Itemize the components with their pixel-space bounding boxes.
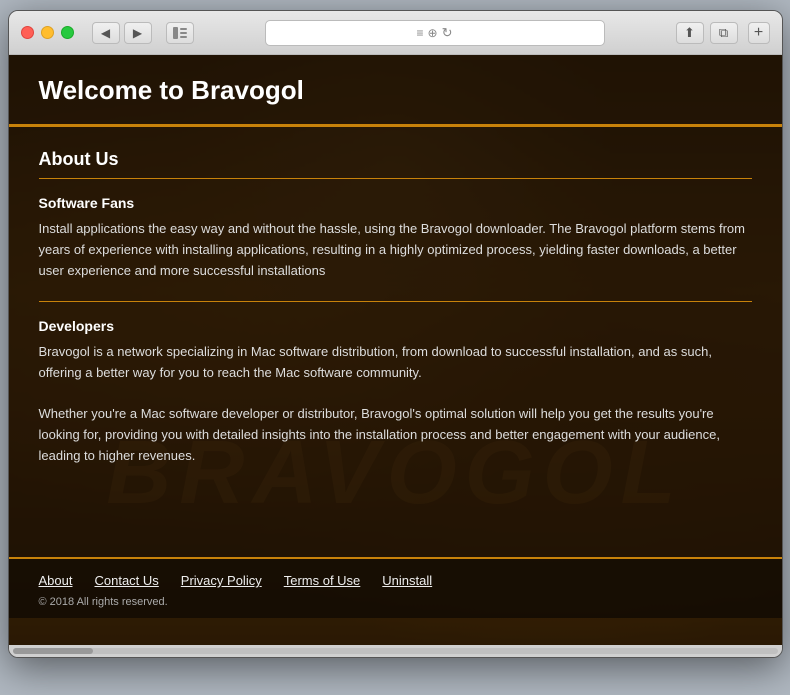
footer-link-about[interactable]: About (39, 573, 73, 588)
reload-icon: ↻ (442, 25, 453, 41)
content-area: Welcome to Bravogol About Us Software Fa… (9, 55, 782, 618)
minimize-button[interactable] (41, 26, 54, 39)
sidebar-icon (173, 27, 187, 39)
address-bar-area: ≡ ⊕ ↻ (212, 20, 658, 46)
maximize-button[interactable] (61, 26, 74, 39)
forward-button[interactable]: ▶ (124, 22, 152, 44)
site-title: Welcome to Bravogol (39, 75, 752, 106)
software-fans-heading: Software Fans (39, 195, 752, 211)
forward-icon: ▶ (133, 26, 142, 40)
software-fans-text: Install applications the easy way and wi… (39, 219, 752, 281)
browser-window: ◀ ▶ ≡ ⊕ ↻ ⬆ ⧉ (8, 10, 783, 658)
footer-link-privacy[interactable]: Privacy Policy (181, 573, 262, 588)
reader-icon: ≡ (417, 26, 424, 40)
horizontal-scrollbar[interactable] (9, 645, 782, 657)
scrollbar-thumb[interactable] (13, 648, 93, 654)
site-footer: About Contact Us Privacy Policy Terms of… (9, 557, 782, 618)
footer-link-terms[interactable]: Terms of Use (284, 573, 361, 588)
developers-text2: Whether you're a Mac software developer … (39, 404, 752, 466)
tab-overview-icon: ⧉ (719, 25, 728, 41)
close-button[interactable] (21, 26, 34, 39)
new-tab-button[interactable]: + (748, 22, 770, 44)
tab-overview-button[interactable]: ⧉ (710, 22, 738, 44)
scrollbar-track (13, 648, 778, 654)
footer-links: About Contact Us Privacy Policy Terms of… (39, 573, 752, 588)
nav-buttons: ◀ ▶ (92, 22, 152, 44)
add-tab-icon: ⊕ (428, 26, 438, 40)
address-bar[interactable]: ≡ ⊕ ↻ (265, 20, 605, 46)
sidebar-button[interactable] (166, 22, 194, 44)
footer-copyright: © 2018 All rights reserved. (39, 596, 752, 608)
about-us-heading: About Us (39, 149, 752, 179)
footer-link-uninstall[interactable]: Uninstall (382, 573, 432, 588)
titlebar: ◀ ▶ ≡ ⊕ ↻ ⬆ ⧉ (9, 11, 782, 55)
browser-content[interactable]: BRAVOGOL Welcome to Bravogol About Us So… (9, 55, 782, 645)
footer-link-contact[interactable]: Contact Us (94, 573, 158, 588)
toolbar-right: ⬆ ⧉ + (676, 22, 770, 44)
main-content: About Us Software Fans Install applicati… (9, 127, 782, 557)
new-tab-icon: + (754, 24, 763, 42)
developers-text1: Bravogol is a network specializing in Ma… (39, 342, 752, 384)
share-icon: ⬆ (684, 25, 695, 41)
share-button[interactable]: ⬆ (676, 22, 704, 44)
back-icon: ◀ (101, 26, 110, 40)
webpage: BRAVOGOL Welcome to Bravogol About Us So… (9, 55, 782, 645)
traffic-lights (21, 26, 74, 39)
developers-heading: Developers (39, 301, 752, 334)
back-button[interactable]: ◀ (92, 22, 120, 44)
developers-section: Developers Bravogol is a network special… (39, 301, 752, 466)
site-header: Welcome to Bravogol (9, 55, 782, 127)
